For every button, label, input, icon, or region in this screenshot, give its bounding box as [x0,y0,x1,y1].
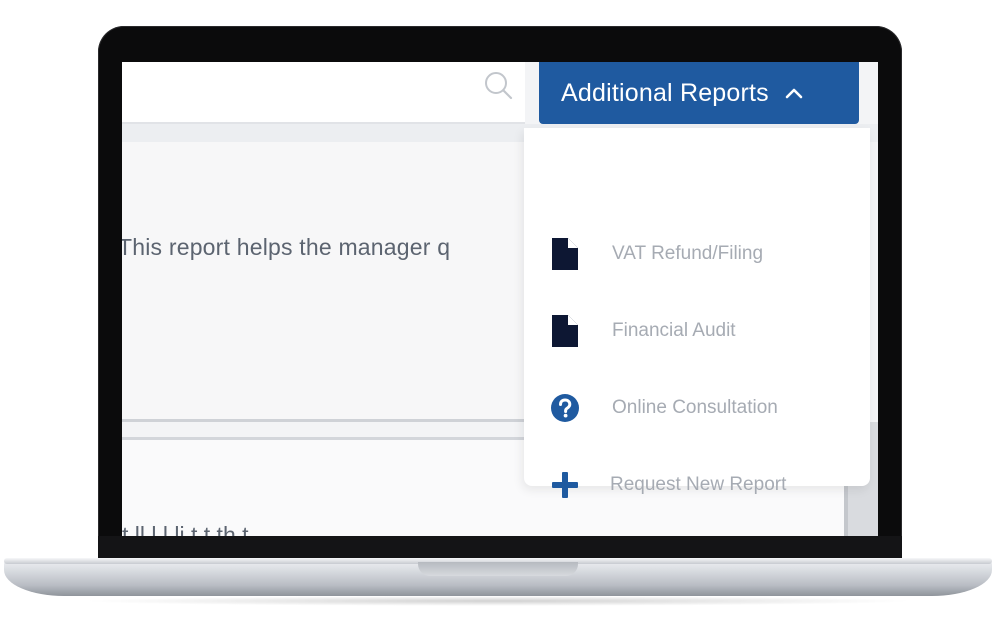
menu-item-label: Online Consultation [612,397,778,418]
additional-reports-menu: VAT Refund/Filing Financial Audit Online… [524,128,870,498]
menu-item-label: Request New Report [610,474,787,495]
search-icon[interactable] [483,70,513,100]
laptop-screen: This report helps the manager q t ll l l… [122,62,878,536]
report-description-secondary: t ll l l li t t th t [122,522,249,536]
search-input[interactable] [122,62,525,124]
laptop-notch [418,562,578,576]
menu-item-label: VAT Refund/Filing [612,243,764,264]
laptop-shadow [80,596,916,606]
additional-reports-button[interactable]: Additional Reports [539,62,859,124]
menu-item-financial-audit[interactable]: Financial Audit [524,301,870,361]
plus-icon [550,468,580,502]
report-description: This report helps the manager q [122,234,451,260]
menu-item-online-consultation[interactable]: Online Consultation [524,378,870,438]
file-icon [550,314,580,348]
menu-item-label: Financial Audit [612,320,736,341]
menu-item-vat-refund[interactable]: VAT Refund/Filing [524,224,870,284]
question-circle-icon [550,391,580,425]
additional-reports-label: Additional Reports [561,78,769,107]
report-card: This report helps the manager q [122,142,524,422]
file-icon [550,237,580,271]
chevron-up-icon [785,88,803,99]
menu-item-request-new-report[interactable]: Request New Report [524,455,870,515]
